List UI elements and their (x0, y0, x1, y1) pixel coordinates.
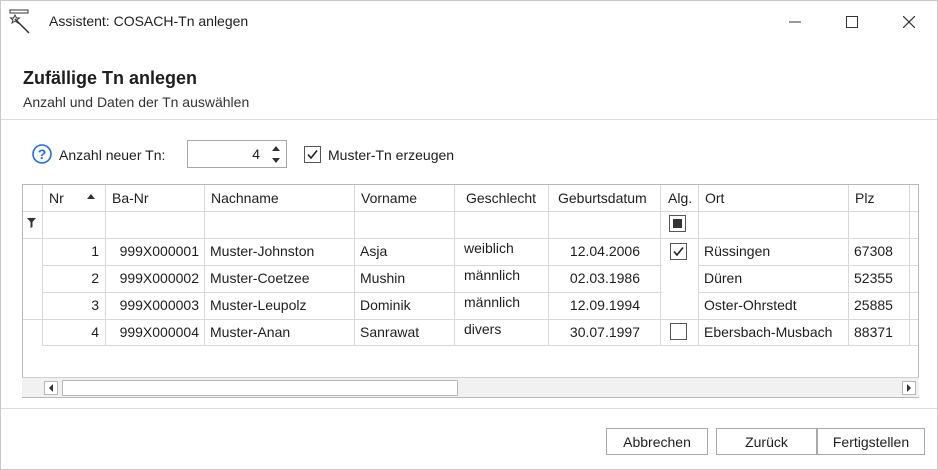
sort-ascending-icon (87, 194, 95, 199)
cell-ba-nr[interactable]: 999X000001 (106, 238, 199, 265)
svg-text:?: ? (38, 146, 47, 162)
scroll-thumb[interactable] (62, 380, 458, 396)
wand-icon (9, 9, 30, 34)
cell-nr[interactable]: 2 (43, 265, 99, 292)
grid-row-divider (23, 211, 918, 212)
header-divider (1, 119, 937, 120)
cell-ba-nr[interactable]: 999X000003 (106, 292, 199, 319)
cell-ba-nr[interactable]: 999X000004 (106, 319, 199, 346)
back-button[interactable]: Zurück (716, 428, 817, 455)
cell-geschlecht[interactable]: divers (459, 316, 501, 343)
cell-geburtsdatum[interactable]: 02.03.1986 (549, 265, 640, 292)
alg-checkbox[interactable] (670, 323, 687, 340)
cell-nachname[interactable]: Muster-Coetzee (205, 265, 310, 292)
page-title: Zufällige Tn anlegen (23, 68, 198, 88)
cell-nr[interactable]: 1 (43, 238, 99, 265)
column-header-alg[interactable]: Alg. (662, 185, 692, 211)
cell-vorname[interactable]: Dominik (355, 292, 411, 319)
participants-grid[interactable]: Nr Ba-Nr Nachname Vorname Geschlecht Geb… (22, 184, 919, 398)
footer-divider (1, 408, 937, 409)
cell-plz[interactable]: 52355 (849, 265, 893, 292)
alg-filter-checkbox[interactable] (669, 215, 686, 232)
cell-ort[interactable]: Ebersbach-Musbach (699, 319, 832, 346)
checkmark-icon (307, 150, 318, 160)
column-header-geschlecht[interactable]: Geschlecht (460, 185, 536, 211)
cell-plz[interactable]: 25885 (849, 292, 893, 319)
cell-geschlecht[interactable]: weiblich (459, 235, 514, 262)
cell-vorname[interactable]: Asja (355, 238, 387, 265)
close-button[interactable] (881, 1, 937, 43)
page-subtitle: Anzahl und Daten der Tn auswählen (23, 94, 250, 110)
cell-geschlecht[interactable]: männlich (459, 289, 520, 316)
cell-ort[interactable]: Oster-Ohrstedt (699, 292, 797, 319)
cell-nr[interactable]: 3 (43, 292, 99, 319)
maximize-icon (846, 16, 858, 28)
cell-vorname[interactable]: Sanrawat (355, 319, 419, 346)
cell-vorname[interactable]: Mushin (355, 265, 405, 292)
cell-nachname[interactable]: Muster-Leupolz (205, 292, 307, 319)
column-header-ort[interactable]: Ort (699, 185, 724, 211)
spin-up-icon[interactable] (269, 144, 283, 153)
cell-plz[interactable]: 67308 (849, 238, 893, 265)
column-header-vorname[interactable]: Vorname (355, 185, 417, 211)
close-icon (903, 16, 915, 28)
count-stepper[interactable]: 4 (187, 140, 287, 168)
cell-geburtsdatum[interactable]: 12.09.1994 (549, 292, 640, 319)
cell-geburtsdatum[interactable]: 30.07.1997 (549, 319, 640, 346)
muster-label[interactable]: Muster-Tn erzeugen (328, 147, 454, 163)
cancel-button[interactable]: Abbrechen (606, 428, 708, 455)
filter-icon[interactable] (27, 218, 36, 228)
scroll-left-button[interactable] (44, 381, 58, 395)
window-title: Assistent: COSACH-Tn anlegen (49, 13, 249, 29)
column-header-nachname[interactable]: Nachname (205, 185, 279, 211)
column-header-ba-nr[interactable]: Ba-Nr (106, 185, 149, 211)
minimize-icon (789, 21, 801, 23)
maximize-button[interactable] (824, 1, 880, 43)
cell-plz[interactable]: 88371 (849, 319, 893, 346)
wizard-window: Assistent: COSACH-Tn anlegen Zufällige T… (0, 0, 938, 470)
arrow-left-icon (49, 384, 53, 392)
column-header-nr[interactable]: Nr (43, 185, 64, 211)
cell-geburtsdatum[interactable]: 12.04.2006 (549, 238, 640, 265)
title-bar: Assistent: COSACH-Tn anlegen (1, 1, 937, 43)
help-icon[interactable]: ? (32, 144, 52, 164)
cell-nachname[interactable]: Muster-Johnston (205, 238, 314, 265)
finish-button[interactable]: Fertigstellen (817, 428, 925, 455)
horizontal-scrollbar[interactable] (22, 377, 919, 397)
count-value[interactable]: 4 (252, 146, 260, 162)
column-header-geburtsdatum[interactable]: Geburtsdatum (552, 185, 647, 211)
count-label: Anzahl neuer Tn: (59, 147, 166, 163)
column-header-plz[interactable]: Plz (849, 185, 874, 211)
arrow-right-icon (907, 384, 911, 392)
cell-ort[interactable]: Rüssingen (699, 238, 770, 265)
spin-down-icon[interactable] (269, 156, 283, 165)
cell-geschlecht[interactable]: männlich (459, 262, 520, 289)
cell-nachname[interactable]: Muster-Anan (205, 319, 290, 346)
muster-checkbox[interactable] (304, 146, 321, 163)
scroll-right-button[interactable] (902, 381, 916, 395)
cell-ort[interactable]: Düren (699, 265, 742, 292)
cell-ba-nr[interactable]: 999X000002 (106, 265, 199, 292)
alg-checkbox[interactable] (670, 243, 687, 260)
checkmark-icon (673, 247, 684, 257)
minimize-button[interactable] (767, 1, 823, 43)
cell-nr[interactable]: 4 (43, 319, 99, 346)
